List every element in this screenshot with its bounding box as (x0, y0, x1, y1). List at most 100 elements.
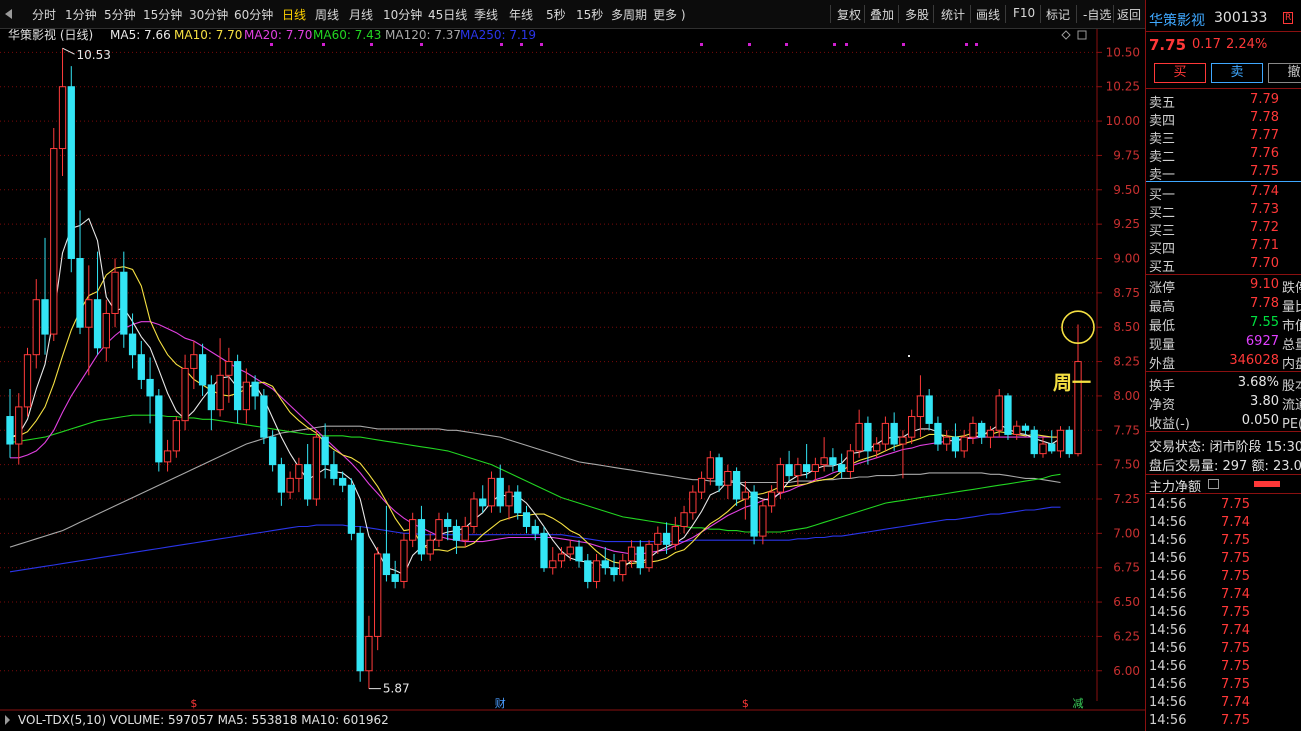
candle[interactable] (50, 127, 58, 341)
candle[interactable] (1004, 393, 1012, 440)
cancel-button[interactable]: 撤 (1268, 63, 1301, 83)
candle-body-down (76, 257, 84, 328)
period-tab[interactable]: 60分钟 (234, 6, 273, 23)
tick-row: 14:56 7.74 (1146, 514, 1301, 532)
bid-price: 7.71 (1250, 238, 1279, 253)
period-tab[interactable]: 5分钟 (104, 6, 136, 23)
period-tab[interactable]: 45日线 (428, 6, 467, 23)
candle[interactable] (750, 485, 758, 545)
period-tab[interactable]: 周线 (315, 6, 339, 23)
candle[interactable] (995, 389, 1003, 438)
period-tab[interactable]: 5秒 (546, 6, 566, 23)
volume-readout: VOL-TDX(5,10) VOLUME: 597057 MA5: 553818… (18, 713, 389, 727)
stat-label: 换手 (1149, 379, 1176, 394)
period-tab[interactable]: 15分钟 (143, 6, 182, 23)
candle-body-up (487, 477, 496, 507)
list-icon[interactable] (1208, 479, 1219, 489)
stat-label-2: PE(动 (1282, 417, 1301, 432)
candle-body-up (23, 354, 32, 408)
candle[interactable] (312, 430, 321, 506)
candle-body-up (706, 457, 714, 479)
candle-body-up (794, 464, 802, 477)
ma-legend-ma60: MA60: 7.43 (313, 29, 381, 42)
candle-body-up (881, 422, 890, 445)
candle[interactable] (260, 389, 268, 445)
candle[interactable] (1030, 426, 1038, 458)
period-tab[interactable]: 30分钟 (189, 6, 228, 23)
period-tab[interactable]: 更多 ) (653, 6, 686, 23)
candle-body-up (627, 546, 636, 562)
period-tab[interactable]: 月线 (349, 6, 373, 23)
period-tab[interactable]: 10分钟 (383, 6, 422, 23)
candle-body-down (715, 457, 723, 486)
toolbar-button[interactable]: 标记 (1046, 6, 1070, 23)
back-arrow-icon[interactable] (5, 9, 12, 19)
kline-chart[interactable]: 10.50 10.25 10.00 9.75 9.50 9.25 9.00 8.75 8.50 8… (0, 29, 1145, 731)
candle-body-down (496, 477, 504, 507)
toolbar-button[interactable]: 多股 (905, 6, 929, 23)
candle-body-up (505, 491, 513, 507)
toolbar-divider (970, 5, 971, 23)
period-tab[interactable]: 年线 (509, 6, 533, 23)
candle-body-up (671, 525, 679, 545)
candle-body-down (522, 512, 531, 527)
candle-body-down (584, 560, 592, 582)
candle-body-down (601, 560, 609, 569)
candle-body-up (820, 457, 828, 466)
stat-row: 最高 7.78量比 (1146, 295, 1301, 315)
toolbar-button[interactable]: 返回 (1117, 6, 1141, 23)
sell-button[interactable]: 卖 (1211, 63, 1263, 83)
candle[interactable] (645, 540, 653, 572)
candle-body-up (1039, 443, 1047, 455)
candle-body-down (67, 86, 75, 259)
candle-body-down (540, 532, 548, 569)
period-tab[interactable]: 多周期 (611, 6, 647, 23)
candle-body-down (93, 299, 102, 349)
candle[interactable] (155, 389, 163, 472)
candle-body-down (531, 525, 539, 534)
event-marker[interactable]: 财 (495, 696, 506, 710)
event-marker[interactable]: $ (742, 697, 749, 710)
period-tab[interactable]: 季线 (474, 6, 498, 23)
candle[interactable] (356, 526, 364, 682)
toolbar-button[interactable]: 复权 (837, 6, 861, 23)
stat-row: 现量 6927总量 (1146, 333, 1301, 353)
stat2-row: 换手 3.68%股本 (1146, 374, 1301, 394)
candle[interactable] (400, 533, 408, 589)
y-tick-label: 10.50 (1106, 45, 1140, 59)
toolbar-button[interactable]: 叠加 (870, 6, 894, 23)
candle-body-up (908, 416, 916, 438)
candle[interactable] (374, 547, 382, 651)
buy-button[interactable]: 买 (1154, 63, 1206, 83)
y-tick-label: 9.50 (1113, 183, 1140, 197)
period-tab[interactable]: 15秒 (576, 6, 603, 23)
ma-legend-name: 华策影视 (日线) (8, 29, 93, 42)
toolbar-divider (1113, 5, 1114, 23)
toolbar-button[interactable]: 统计 (941, 6, 965, 23)
tick-time: 14:56 (1149, 641, 1187, 656)
panel-divider (1146, 474, 1301, 475)
toolbar-button[interactable]: -自选 (1083, 6, 1111, 23)
period-tab[interactable]: 日线 (282, 6, 306, 23)
tick-price: 7.74 (1221, 587, 1250, 602)
event-marker[interactable]: $ (190, 697, 197, 710)
candle[interactable] (540, 526, 548, 572)
candle-body-down (837, 464, 846, 473)
bid-row: 买一 7.74 (1146, 183, 1301, 203)
toolbar-button[interactable]: 画线 (976, 6, 1000, 23)
ask-row: 卖五 7.79 (1146, 91, 1301, 111)
candle[interactable] (347, 478, 356, 541)
toolbar-button[interactable]: F10 (1013, 6, 1035, 20)
stat-value: 0.050 (1241, 413, 1279, 428)
low-label: 5.87 (383, 682, 410, 696)
candle[interactable] (1065, 426, 1073, 458)
period-tab[interactable]: 1分钟 (65, 6, 97, 23)
candle-body-down (514, 491, 522, 514)
candle[interactable] (23, 347, 32, 417)
signal-marker (322, 43, 325, 46)
stock-header: 华策影视 300133 R (1146, 10, 1301, 29)
event-marker[interactable]: 减 (1073, 697, 1084, 710)
candle-body-up (566, 546, 574, 555)
candle[interactable] (67, 66, 75, 273)
period-tab[interactable]: 分时 (32, 6, 56, 23)
